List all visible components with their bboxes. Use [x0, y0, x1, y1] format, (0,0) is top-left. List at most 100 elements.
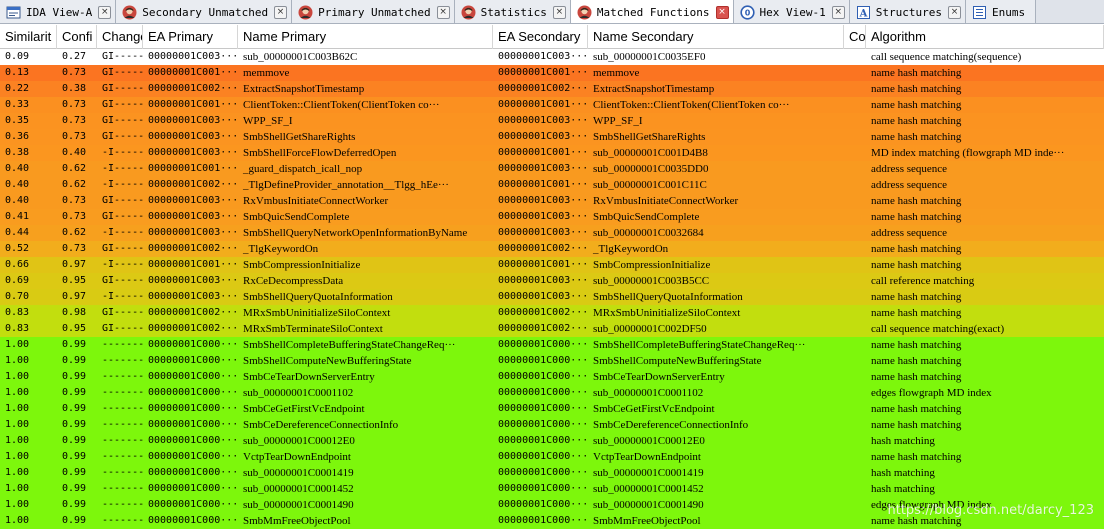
- confidence-cell: 0.73: [62, 195, 87, 206]
- table-row[interactable]: 1.00 0.99 ------- 00000001C000··· sub_000000…: [0, 433, 1104, 449]
- close-icon[interactable]: ×: [947, 5, 961, 19]
- table-row[interactable]: 0.41 0.73 GI----- 00000001C003··· SmbQuicSen…: [0, 209, 1104, 225]
- confidence-cell: 0.99: [62, 339, 87, 350]
- close-icon[interactable]: ×: [436, 5, 450, 19]
- name-primary-cell: SmbShellQueryQuotaInformation: [243, 291, 393, 303]
- column-header-confidence[interactable]: Confi: [57, 25, 97, 49]
- table-row[interactable]: 1.00 0.99 ------- 00000001C000··· SmbCeDeref…: [0, 417, 1104, 433]
- table-row[interactable]: 0.13 0.73 GI----- 00000001C001··· memmove 000…: [0, 65, 1104, 81]
- ea-primary-cell: 00000001C003···: [148, 227, 238, 238]
- table-row[interactable]: 0.83 0.95 GI----- 00000001C002··· MRxSmbTerm…: [0, 321, 1104, 337]
- name-secondary-cell: SmbQuicSendComplete: [593, 211, 700, 223]
- table-row[interactable]: 0.44 0.62 -I----- 00000001C003··· SmbShellQu…: [0, 225, 1104, 241]
- ea-secondary-cell: 00000001C000···: [498, 371, 588, 382]
- table-row[interactable]: 1.00 0.99 ------- 00000001C000··· SmbShellCo…: [0, 337, 1104, 353]
- ea-secondary-cell: 00000001C000···: [498, 387, 588, 398]
- similarity-cell: 0.40: [5, 163, 30, 174]
- name-primary-cell: SmbShellForceFlowDeferredOpen: [243, 147, 397, 159]
- name-primary-cell: RxCeDecompressData: [243, 275, 344, 287]
- ea-primary-cell: 00000001C000···: [148, 355, 238, 366]
- tab-label: Secondary Unmatched: [142, 5, 269, 19]
- table-row[interactable]: 0.35 0.73 GI----- 00000001C003··· WPP_SF_I 00…: [0, 113, 1104, 129]
- ea-secondary-cell: 00000001C001···: [498, 259, 588, 270]
- column-header-ea-primary[interactable]: EA Primary: [143, 25, 238, 49]
- tab-label: Matched Functions: [596, 6, 710, 19]
- tab-primary-unmatched[interactable]: Primary Unmatched ×: [292, 0, 455, 23]
- ea-primary-cell: 00000001C000···: [148, 435, 238, 446]
- table-row[interactable]: 0.38 0.40 -I----- 00000001C003··· SmbShellFo…: [0, 145, 1104, 161]
- table-row[interactable]: 1.00 0.99 ------- 00000001C000··· SmbShellCo…: [0, 353, 1104, 369]
- tab-hex-view-1[interactable]: 0 Hex View-1 ×: [733, 0, 850, 23]
- table-row[interactable]: 0.33 0.73 GI----- 00000001C001··· ClientToke…: [0, 97, 1104, 113]
- name-primary-cell: SmbCeDereferenceConnectionInfo: [243, 419, 399, 431]
- ea-secondary-cell: 00000001C000···: [498, 355, 588, 366]
- structures-icon: A: [856, 5, 871, 20]
- tab-statistics[interactable]: Statistics ×: [454, 0, 571, 23]
- table-row[interactable]: 1.00 0.99 ------- 00000001C000··· SmbCeTearD…: [0, 369, 1104, 385]
- table-row[interactable]: 0.70 0.97 -I----- 00000001C003··· SmbShellQu…: [0, 289, 1104, 305]
- table-row[interactable]: 0.66 0.97 -I----- 00000001C001··· SmbCompres…: [0, 257, 1104, 273]
- table-row[interactable]: 0.40 0.62 -I----- 00000001C002··· _TlgDefine…: [0, 177, 1104, 193]
- table-row[interactable]: 0.40 0.62 -I----- 00000001C001··· _guard_dis…: [0, 161, 1104, 177]
- ea-secondary-cell: 00000001C001···: [498, 99, 588, 110]
- confidence-cell: 0.62: [62, 227, 87, 238]
- table-row[interactable]: 0.36 0.73 GI----- 00000001C003··· SmbShellGe…: [0, 129, 1104, 145]
- name-secondary-cell: RxVmbusInitiateConnectWorker: [593, 195, 739, 207]
- table-row[interactable]: 0.52 0.73 GI----- 00000001C002··· _TlgKeywor…: [0, 241, 1104, 257]
- confidence-cell: 0.73: [62, 115, 87, 126]
- column-header-name-primary[interactable]: Name Primary: [238, 25, 493, 49]
- comments-cell: [844, 129, 866, 145]
- table-row[interactable]: 1.00 0.99 ------- 00000001C000··· SmbCeGetFi…: [0, 401, 1104, 417]
- table-row[interactable]: 0.83 0.98 GI----- 00000001C002··· MRxSmbUnin…: [0, 305, 1104, 321]
- table-row[interactable]: 1.00 0.99 ------- 00000001C000··· sub_000000…: [0, 385, 1104, 401]
- change-cell: -I-----: [102, 147, 143, 158]
- name-secondary-cell: SmbCeGetFirstVcEndpoint: [593, 403, 715, 415]
- tab-matched-functions[interactable]: Matched Functions ×: [570, 0, 734, 23]
- table-row[interactable]: 0.09 0.27 GI----- 00000001C003··· sub_000000…: [0, 49, 1104, 65]
- name-secondary-cell: _TlgKeywordOn: [593, 243, 669, 255]
- algorithm-cell: name hash matching: [871, 243, 962, 255]
- ea-secondary-cell: 00000001C002···: [498, 243, 588, 254]
- tab-structures[interactable]: A Structures ×: [849, 0, 966, 23]
- column-header-ea-secondary[interactable]: EA Secondary: [493, 25, 588, 49]
- column-header-algorithm[interactable]: Algorithm: [866, 25, 1104, 49]
- name-secondary-cell: SmbShellCompleteBufferingStateChangeReq·…: [593, 339, 806, 351]
- table-row[interactable]: 1.00 0.99 ------- 00000001C000··· sub_000000…: [0, 481, 1104, 497]
- column-header-change[interactable]: Change: [97, 25, 143, 49]
- name-primary-cell: _TlgDefineProvider_annotation__Tlgg_hEe·…: [243, 179, 449, 191]
- algorithm-cell: call sequence matching(exact): [871, 323, 1005, 335]
- close-icon[interactable]: ×: [831, 5, 845, 19]
- table-row[interactable]: 1.00 0.99 ------- 00000001C000··· sub_000000…: [0, 465, 1104, 481]
- algorithm-cell: hash matching: [871, 435, 935, 447]
- close-icon[interactable]: ×: [274, 5, 288, 19]
- tab-ida-view-a[interactable]: IDA View-A ×: [0, 0, 117, 23]
- close-icon[interactable]: ×: [98, 5, 112, 19]
- close-icon[interactable]: ×: [715, 6, 729, 19]
- ea-primary-cell: 00000001C000···: [148, 499, 238, 510]
- ea-secondary-cell: 00000001C000···: [498, 499, 588, 510]
- algorithm-cell: edges flowgraph MD index: [871, 387, 992, 399]
- table-row[interactable]: 0.40 0.73 GI----- 00000001C003··· RxVmbusIni…: [0, 193, 1104, 209]
- close-icon[interactable]: ×: [552, 5, 566, 19]
- change-cell: -------: [102, 515, 143, 526]
- column-header-name-secondary[interactable]: Name Secondary: [588, 25, 844, 49]
- comments-cell: [844, 481, 866, 497]
- tab-enums[interactable]: Enums: [965, 0, 1037, 23]
- algorithm-cell: name hash matching: [871, 355, 962, 367]
- similarity-cell: 1.00: [5, 339, 30, 350]
- table-row[interactable]: 0.69 0.95 GI----- 00000001C003··· RxCeDecomp…: [0, 273, 1104, 289]
- ea-secondary-cell: 00000001C001···: [498, 179, 588, 190]
- ea-secondary-cell: 00000001C003···: [498, 115, 588, 126]
- name-secondary-cell: SmbShellComputeNewBufferingState: [593, 355, 762, 367]
- ea-secondary-cell: 00000001C001···: [498, 147, 588, 158]
- name-primary-cell: memmove: [243, 67, 290, 79]
- column-header-similarity[interactable]: Similarit: [0, 25, 57, 49]
- comments-cell: [844, 161, 866, 177]
- algorithm-cell: call sequence matching(sequence): [871, 51, 1022, 63]
- confidence-cell: 0.99: [62, 371, 87, 382]
- tab-secondary-unmatched[interactable]: Secondary Unmatched ×: [116, 0, 293, 23]
- table-row[interactable]: 1.00 0.99 ------- 00000001C000··· VctpTearDo…: [0, 449, 1104, 465]
- table-row[interactable]: 0.22 0.38 GI----- 00000001C002··· ExtractSna…: [0, 81, 1104, 97]
- column-header-comments[interactable]: Co: [844, 25, 866, 49]
- change-cell: GI-----: [102, 323, 143, 334]
